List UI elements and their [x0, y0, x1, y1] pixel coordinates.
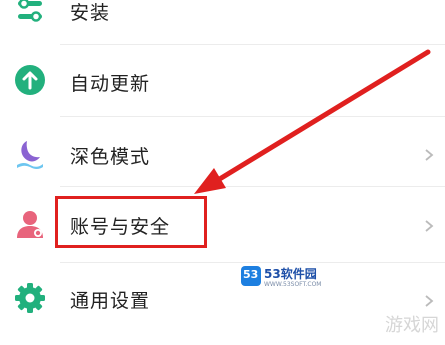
annotation-arrow — [194, 49, 431, 194]
watermark-brand: 53软件园 — [264, 267, 317, 281]
watermark-url: WWW.53SOFT.COM — [264, 281, 322, 288]
corner-watermark: 游戏网 — [355, 305, 445, 345]
corner-watermark-text: 游戏网 — [385, 315, 439, 336]
watermark-logo-text: 53 — [243, 268, 259, 281]
watermark-logo: 53 53软件园 WWW.53SOFT.COM — [237, 262, 331, 292]
